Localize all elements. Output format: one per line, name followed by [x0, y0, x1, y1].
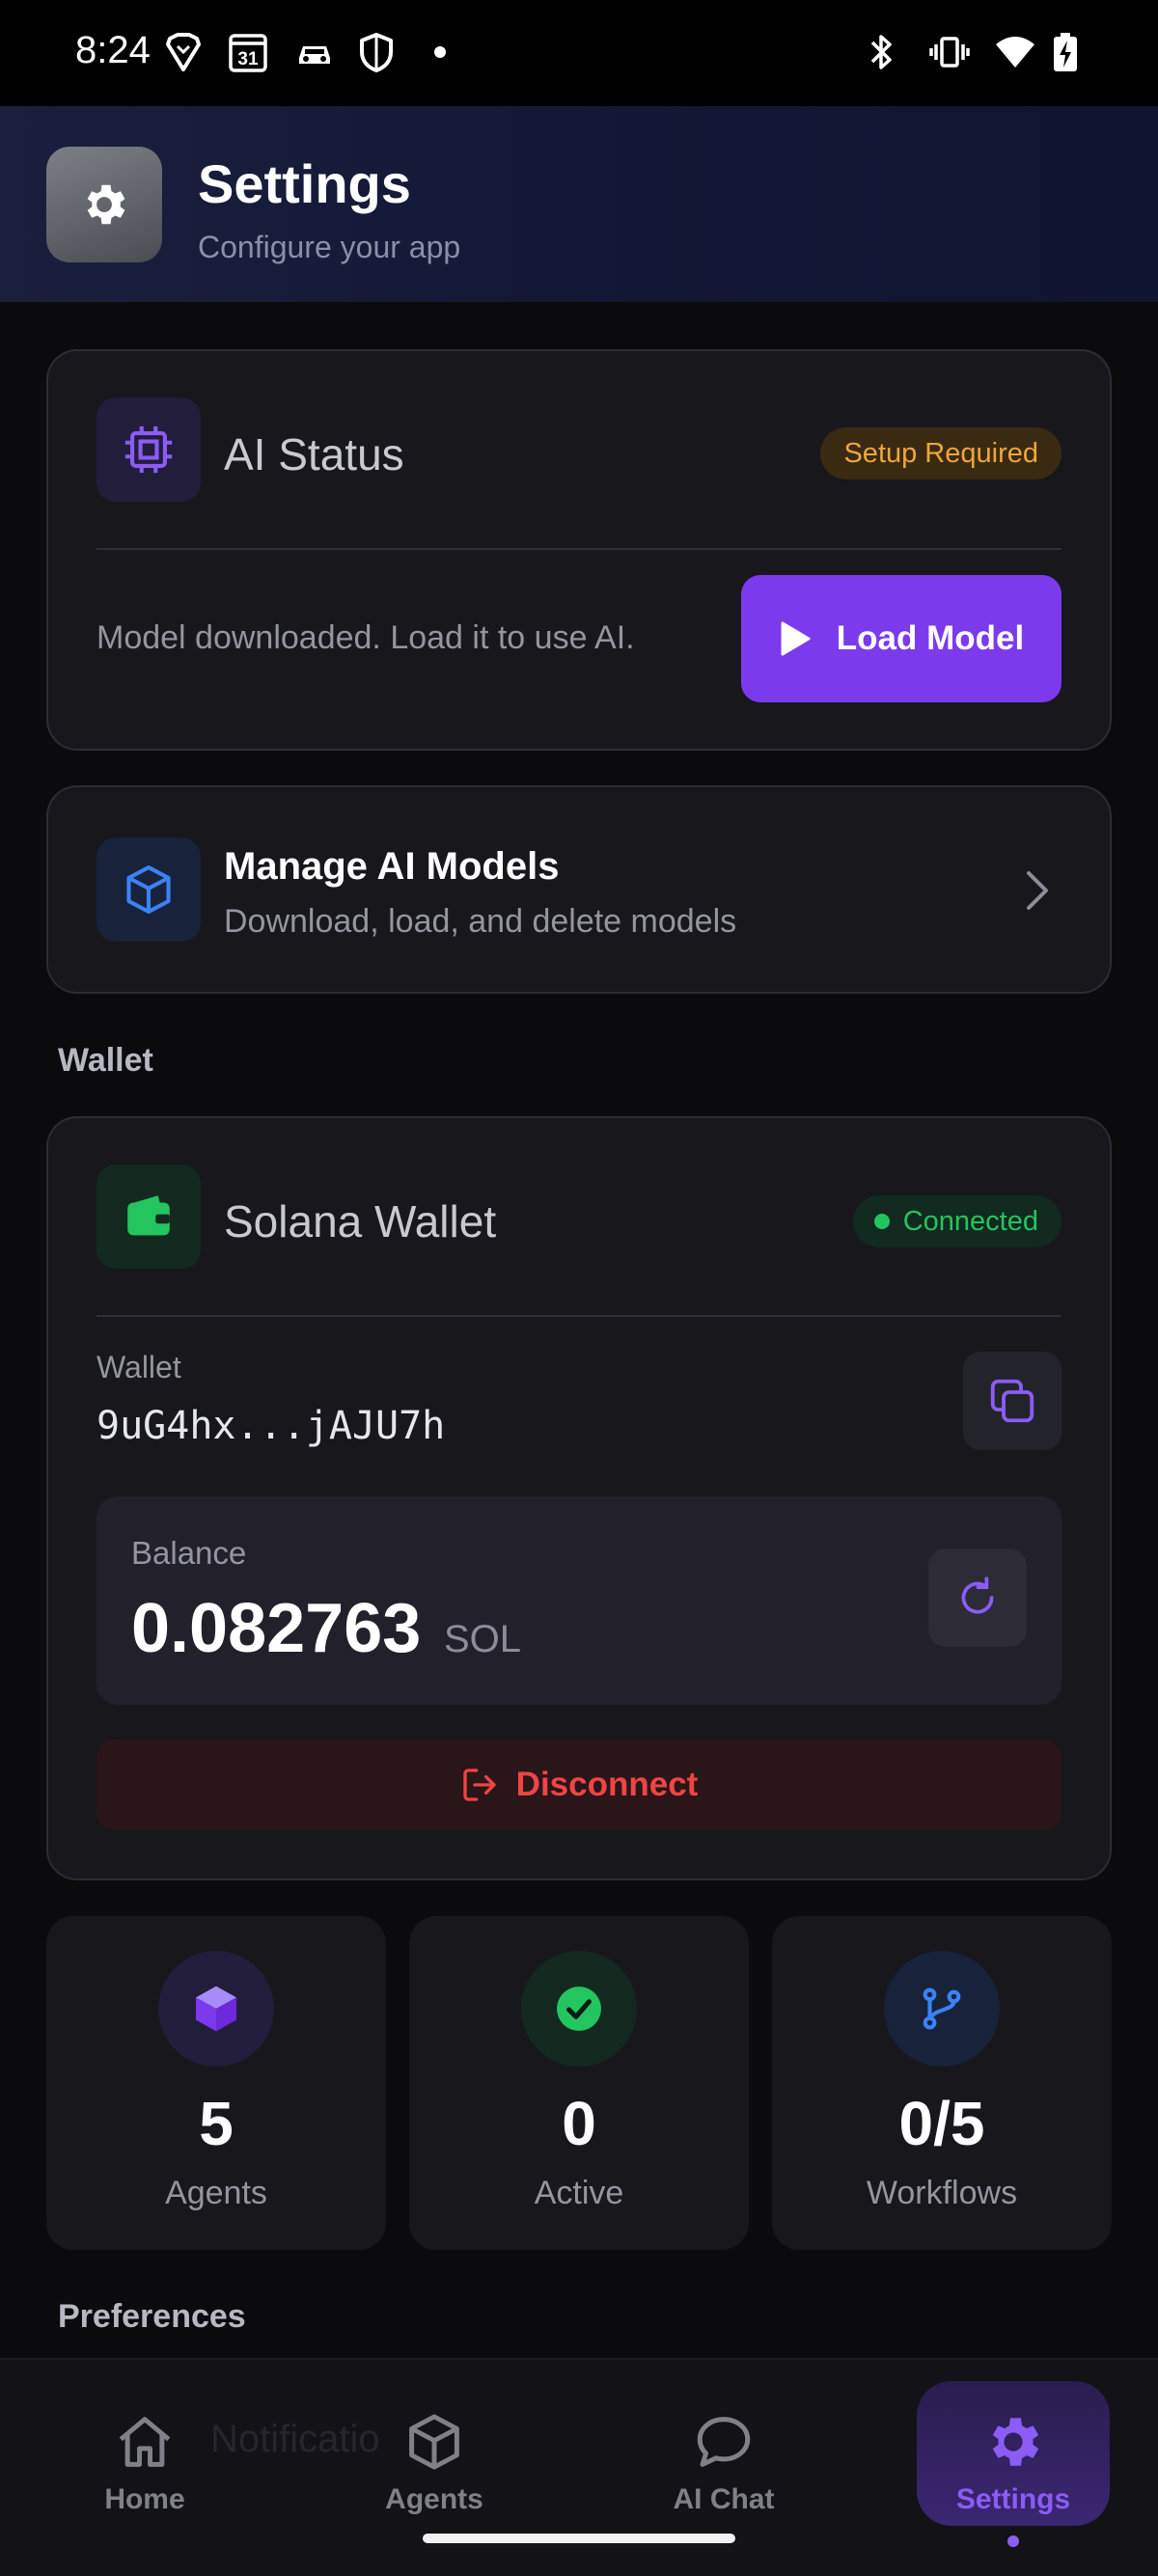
stat-agents: 5 Agents	[46, 1916, 386, 2250]
manage-models-title: Manage AI Models	[224, 845, 560, 888]
dot-icon	[432, 31, 448, 73]
settings-logo	[46, 147, 162, 262]
shield-icon	[357, 31, 396, 73]
status-time: 8:24	[75, 29, 151, 71]
nav-label: Settings	[955, 2483, 1071, 2515]
brave-icon	[164, 31, 203, 73]
svg-text:31: 31	[237, 49, 259, 69]
load-model-button[interactable]: Load Model	[741, 575, 1062, 702]
copy-address-button[interactable]	[963, 1352, 1062, 1450]
bluetooth-icon	[865, 31, 897, 73]
ai-status-card: AI Status Setup Required Model downloade…	[46, 349, 1112, 751]
wifi-icon	[994, 31, 1036, 73]
load-model-label: Load Model	[836, 619, 1025, 657]
ai-status-description: Model downloaded. Load it to use AI.	[96, 619, 635, 656]
wallet-address-label: Wallet	[96, 1350, 181, 1384]
balance-panel: Balance 0.082763 SOL	[96, 1496, 1062, 1705]
nav-ai-chat[interactable]: AI Chat	[627, 2410, 820, 2545]
battery-charging-icon	[1052, 31, 1079, 73]
wallet-address: 9uG4hx...jAJU7h	[96, 1404, 446, 1448]
copy-icon	[990, 1379, 1034, 1423]
balance-value: 0.082763	[131, 1590, 422, 1667]
stat-value: 0/5	[898, 2089, 985, 2158]
gear-icon	[992, 2418, 1039, 2466]
git-branch-icon	[884, 1951, 1000, 2067]
home-gesture-bar[interactable]	[423, 2534, 735, 2543]
stat-value: 0	[562, 2089, 596, 2158]
preferences-section-label: Preferences	[58, 2298, 246, 2335]
nav-label: Agents	[385, 2483, 483, 2515]
disconnect-button[interactable]: Disconnect	[96, 1740, 1062, 1830]
chevron-right-icon	[1023, 868, 1052, 918]
page-header: Settings Configure your app	[0, 106, 1158, 302]
wallet-card: Solana Wallet Connected Wallet 9uG4hx...…	[46, 1116, 1112, 1880]
vibrate-icon	[928, 31, 971, 73]
box-icon	[96, 837, 201, 942]
connected-label: Connected	[902, 1205, 1038, 1237]
setup-required-badge: Setup Required	[820, 427, 1062, 480]
wallet-title: Solana Wallet	[224, 1196, 497, 1247]
stat-workflows: 0/5 Workflows	[772, 1916, 1112, 2250]
manage-models-subtitle: Download, load, and delete models	[224, 903, 737, 940]
balance-unit: SOL	[444, 1618, 522, 1660]
wallet-icon	[96, 1165, 201, 1269]
connected-badge: Connected	[852, 1195, 1062, 1247]
check-circle-icon	[521, 1951, 637, 2067]
stat-active: 0 Active	[409, 1916, 749, 2250]
nav-label: AI Chat	[673, 2483, 775, 2515]
status-dot	[873, 1214, 890, 1229]
nav-home[interactable]: Home	[48, 2410, 241, 2545]
divider	[96, 1315, 1062, 1317]
chat-icon	[697, 2417, 751, 2467]
home-icon	[119, 2417, 171, 2467]
balance-label: Balance	[131, 1535, 247, 1571]
refresh-balance-button[interactable]	[928, 1548, 1027, 1647]
bottom-navigation: Notificatio Home Agents AI Chat Settings	[0, 2358, 1158, 2576]
manage-models-row[interactable]: Manage AI Models Download, load, and del…	[46, 785, 1112, 994]
active-tab-indicator	[1007, 2535, 1019, 2547]
page-subtitle: Configure your app	[198, 230, 461, 264]
settings-screen: 8:24 31 Settings Configure your app AI S…	[0, 0, 1158, 2576]
calendar-icon: 31	[228, 31, 268, 73]
cube-icon	[409, 2414, 459, 2470]
stat-value: 5	[199, 2089, 234, 2158]
nav-label: Home	[104, 2483, 185, 2515]
car-icon	[293, 31, 336, 73]
cube-icon	[158, 1951, 274, 2067]
nav-agents[interactable]: Agents	[338, 2410, 531, 2545]
logout-icon	[463, 1768, 496, 1801]
ai-status-title: AI Status	[224, 429, 404, 480]
stat-label: Workflows	[866, 2175, 1018, 2211]
nav-settings[interactable]: Settings	[917, 2381, 1110, 2526]
disconnect-label: Disconnect	[515, 1766, 699, 1803]
refresh-icon	[961, 1576, 994, 1614]
page-title: Settings	[198, 153, 411, 214]
divider	[96, 548, 1062, 550]
gear-icon	[87, 184, 125, 225]
stat-label: Agents	[165, 2175, 267, 2211]
wallet-section-label: Wallet	[58, 1042, 153, 1079]
stat-label: Active	[534, 2175, 624, 2211]
status-bar: 8:24 31	[0, 0, 1158, 106]
cpu-icon	[96, 397, 201, 502]
play-icon	[781, 621, 811, 656]
